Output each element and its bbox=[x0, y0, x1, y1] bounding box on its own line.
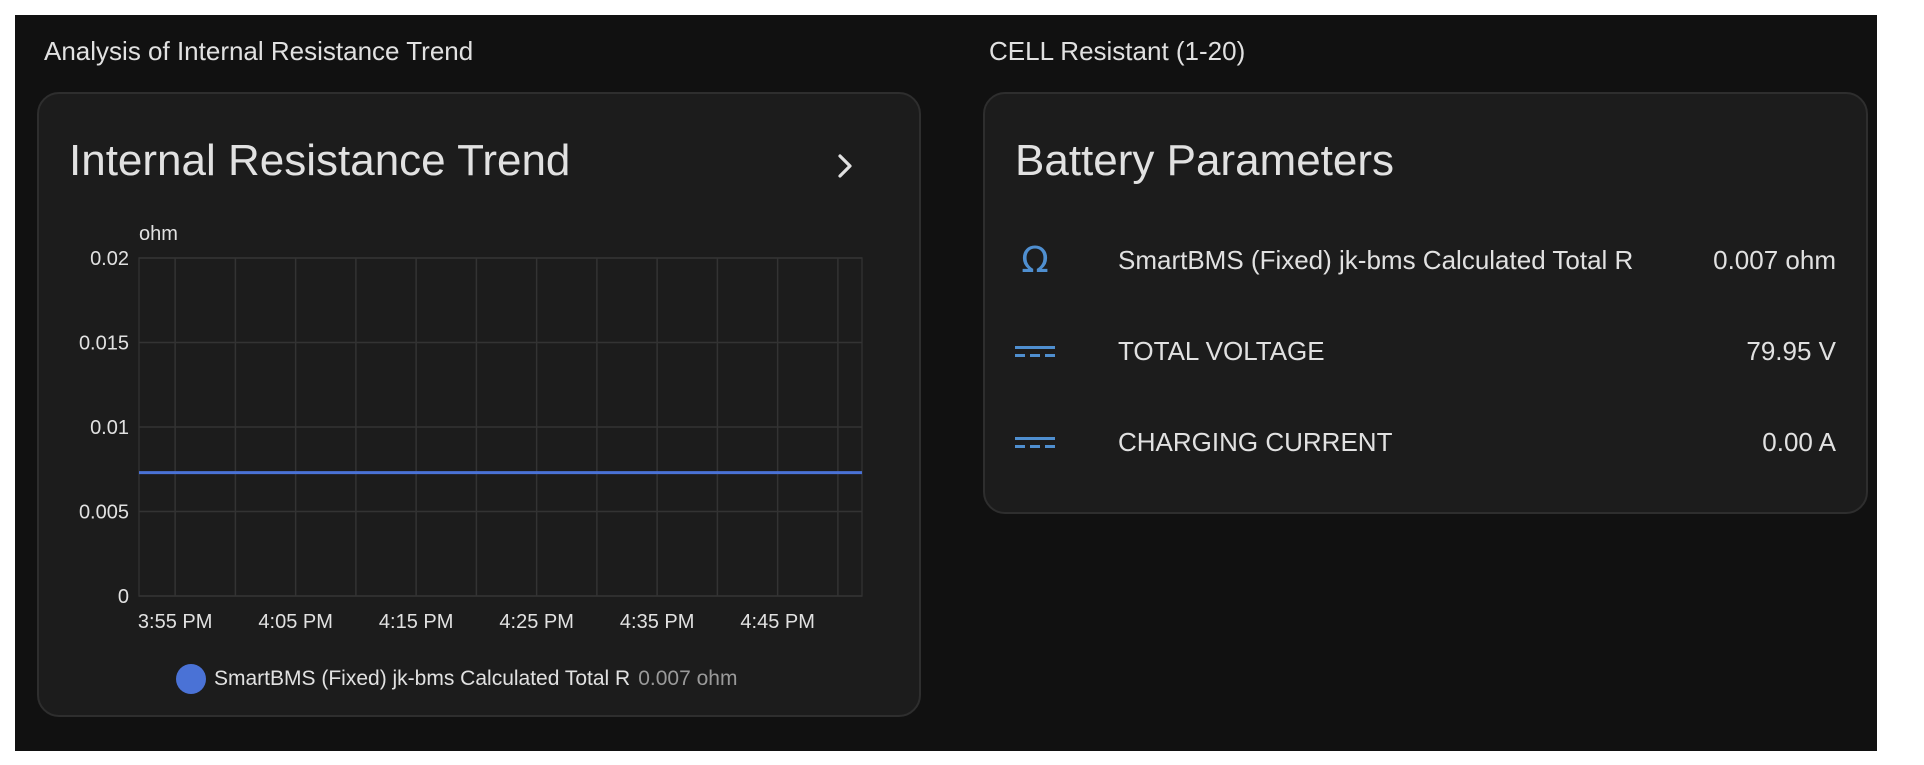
dc-current-icon bbox=[1010, 331, 1060, 371]
param-value: 0.00 A bbox=[1762, 426, 1836, 457]
param-row-total-resistance[interactable]: Ω SmartBMS (Fixed) jk-bms Calculated Tot… bbox=[1010, 232, 1836, 288]
param-value: 79.95 V bbox=[1746, 335, 1836, 366]
y-axis-ticks: 0.02 0.015 0.01 0.005 0 bbox=[79, 248, 129, 608]
x-tick-label: 4:25 PM bbox=[499, 611, 573, 633]
param-row-charging-current[interactable]: CHARGING CURRENT 0.00 A bbox=[1010, 414, 1836, 470]
x-axis-ticks: 3:55 PM 4:05 PM 4:15 PM 4:25 PM 4:35 PM 4:45 … bbox=[138, 611, 815, 633]
chart-legend[interactable]: SmartBMS (Fixed) jk-bms Calculated Total… bbox=[176, 664, 737, 694]
legend-color-dot bbox=[176, 664, 206, 694]
x-tick-label: 4:05 PM bbox=[258, 611, 332, 633]
legend-series-value: 0.007 ohm bbox=[638, 667, 738, 690]
omega-icon: Ω bbox=[1010, 240, 1060, 280]
y-tick-label: 0.005 bbox=[79, 502, 129, 524]
legend-series-name: SmartBMS (Fixed) jk-bms Calculated Total… bbox=[214, 667, 631, 690]
x-tick-label: 4:15 PM bbox=[379, 611, 453, 633]
param-value: 0.007 ohm bbox=[1713, 244, 1836, 275]
param-name: TOTAL VOLTAGE bbox=[1118, 335, 1325, 366]
param-row-total-voltage[interactable]: TOTAL VOLTAGE 79.95 V bbox=[1010, 323, 1836, 379]
y-axis-unit: ohm bbox=[139, 223, 178, 245]
y-tick-label: 0.015 bbox=[79, 333, 129, 355]
y-tick-label: 0.01 bbox=[90, 417, 129, 439]
param-name: CHARGING CURRENT bbox=[1118, 426, 1393, 457]
param-name: SmartBMS (Fixed) jk-bms Calculated Total… bbox=[1118, 244, 1634, 275]
x-tick-label: 3:55 PM bbox=[138, 611, 212, 633]
y-tick-label: 0.02 bbox=[90, 248, 129, 270]
svg-text:Ω: Ω bbox=[1021, 240, 1049, 280]
y-tick-label: 0 bbox=[118, 586, 129, 608]
chart-grid bbox=[138, 257, 863, 597]
dc-current-icon bbox=[1010, 422, 1060, 462]
params-card-title: Battery Parameters bbox=[1015, 136, 1395, 185]
x-tick-label: 4:35 PM bbox=[620, 611, 694, 633]
x-tick-label: 4:45 PM bbox=[740, 611, 814, 633]
